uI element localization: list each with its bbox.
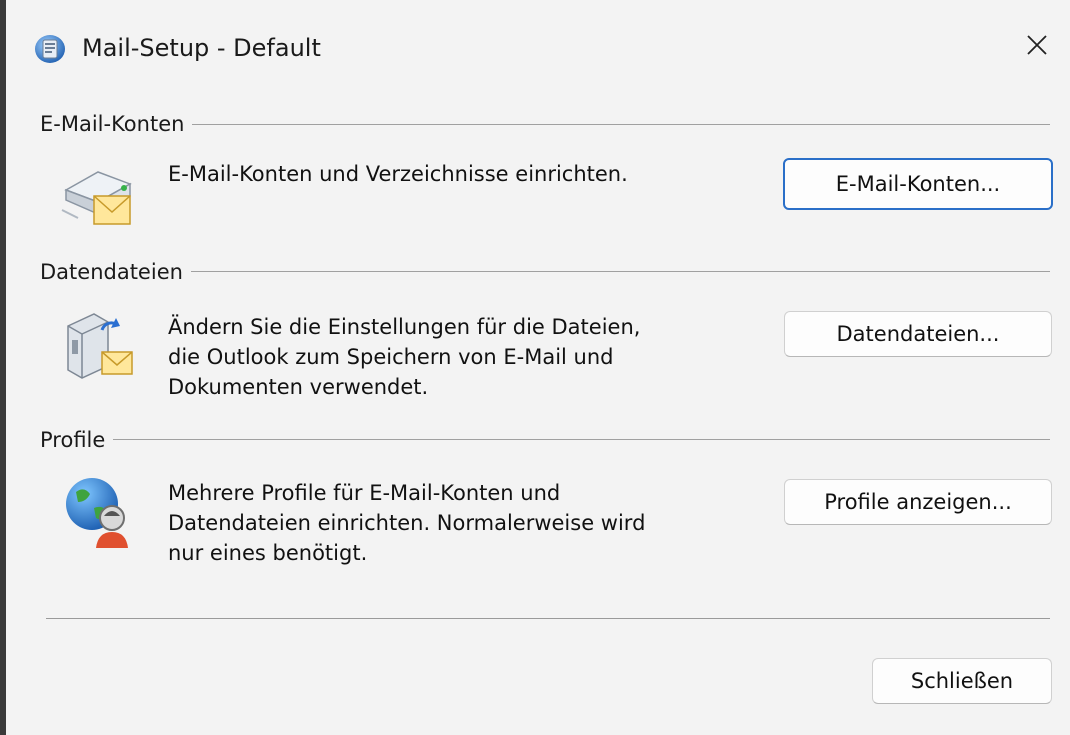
section-divider xyxy=(42,439,1050,440)
data-files-button[interactable]: Datendateien... xyxy=(784,311,1052,357)
window-title: Mail-Setup - Default xyxy=(82,34,321,62)
section-label-profiles: Profile xyxy=(40,426,114,454)
footer-divider xyxy=(46,618,1050,619)
section-description-email-accounts: E-Mail-Konten und Verzeichnisse einricht… xyxy=(168,162,628,186)
data-files-icon xyxy=(58,300,138,380)
email-accounts-button[interactable]: E-Mail-Konten... xyxy=(783,158,1053,210)
title-bar: Mail-Setup - Default xyxy=(6,0,1070,96)
email-accounts-icon xyxy=(58,150,138,230)
section-description-profiles: Mehrere Profile für E-Mail-Konten und Da… xyxy=(168,481,646,565)
close-icon xyxy=(1025,33,1049,61)
mail-setup-dialog: Mail-Setup - Default E-Mail-Konten E-Mai… xyxy=(0,0,1070,735)
section-divider xyxy=(42,271,1050,272)
section-description-data-files: Ändern Sie die Einstellungen für die Dat… xyxy=(168,315,641,399)
mail-setup-icon xyxy=(32,30,68,66)
close-dialog-button[interactable]: Schließen xyxy=(872,658,1052,704)
section-divider xyxy=(42,124,1050,125)
profiles-icon xyxy=(58,472,138,552)
section-label-data-files: Datendateien xyxy=(40,258,191,286)
show-profiles-button[interactable]: Profile anzeigen... xyxy=(784,479,1052,525)
section-label-email-accounts: E-Mail-Konten xyxy=(40,110,193,138)
close-button[interactable] xyxy=(1014,24,1060,70)
